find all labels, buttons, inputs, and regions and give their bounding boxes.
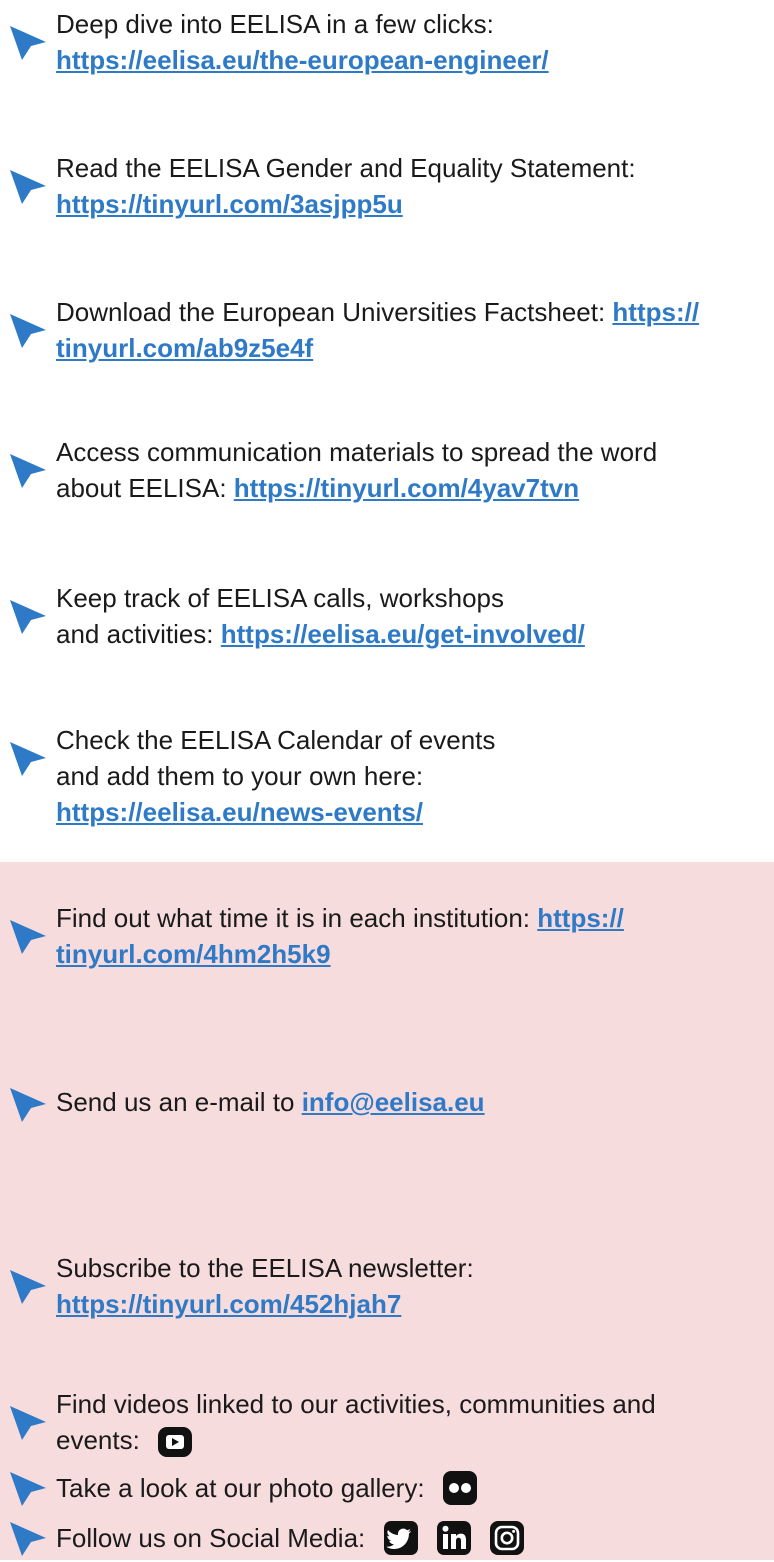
cursor-arrow-icon xyxy=(10,1270,46,1304)
cursor-arrow-icon xyxy=(10,314,46,348)
item-text: Send us an e-mail to info@eelisa.eu xyxy=(56,1087,485,1117)
item-text: Take a look at our photo gallery: xyxy=(56,1470,770,1506)
item-text: Check the EELISA Calendar of events and … xyxy=(56,725,496,827)
cursor-arrow-icon xyxy=(10,1522,46,1556)
linkedin-icon[interactable] xyxy=(436,1520,472,1556)
item-text: Download the European Universities Facts… xyxy=(56,297,700,363)
cursor-arrow-icon xyxy=(10,742,46,776)
link-newsletter[interactable]: https://tinyurl.com/452hjah7 xyxy=(56,1289,401,1319)
cursor-arrow-icon xyxy=(10,454,46,488)
item-text: Read the EELISA Gender and Equality Stat… xyxy=(56,153,636,219)
link-time-part2[interactable]: tinyurl.com/4hm2h5k9 xyxy=(56,939,331,969)
link-factsheet-part2[interactable]: tinyurl.com/ab9z5e4f xyxy=(56,333,313,363)
link-time-part1[interactable]: https:// xyxy=(537,903,624,933)
cursor-arrow-icon xyxy=(10,26,46,60)
item-text: Deep dive into EELISA in a few clicks: h… xyxy=(56,9,549,75)
item-text: Find videos linked to our activities, co… xyxy=(56,1386,770,1460)
flickr-icon[interactable] xyxy=(442,1470,478,1506)
twitter-icon[interactable] xyxy=(383,1520,419,1556)
cursor-arrow-icon xyxy=(10,1472,46,1506)
link-news-events[interactable]: https://eelisa.eu/news-events/ xyxy=(56,797,423,827)
cursor-arrow-icon xyxy=(10,920,46,954)
item-text: Find out what time it is in each institu… xyxy=(56,903,624,969)
cursor-arrow-icon xyxy=(10,170,46,204)
link-get-involved[interactable]: https://eelisa.eu/get-involved/ xyxy=(221,619,585,649)
link-factsheet-part1[interactable]: https:// xyxy=(612,297,699,327)
item-text: Follow us on Social Media: xyxy=(56,1520,770,1556)
item-text: Access communication materials to spread… xyxy=(56,437,658,503)
link-gender-equality[interactable]: https://tinyurl.com/3asjpp5u xyxy=(56,189,403,219)
instagram-icon[interactable] xyxy=(489,1520,525,1556)
item-text: Keep track of EELISA calls, workshops an… xyxy=(56,583,585,649)
email-link[interactable]: info@eelisa.eu xyxy=(302,1087,485,1117)
cursor-arrow-icon xyxy=(10,1406,46,1440)
cursor-arrow-icon xyxy=(10,600,46,634)
youtube-icon[interactable] xyxy=(157,1424,193,1460)
cursor-arrow-icon xyxy=(10,1088,46,1122)
item-text: Subscribe to the EELISA newsletter: http… xyxy=(56,1253,474,1319)
link-communication-materials[interactable]: https://tinyurl.com/4yav7tvn xyxy=(234,473,579,503)
link-european-engineer[interactable]: https://eelisa.eu/the-european-engineer/ xyxy=(56,45,549,75)
